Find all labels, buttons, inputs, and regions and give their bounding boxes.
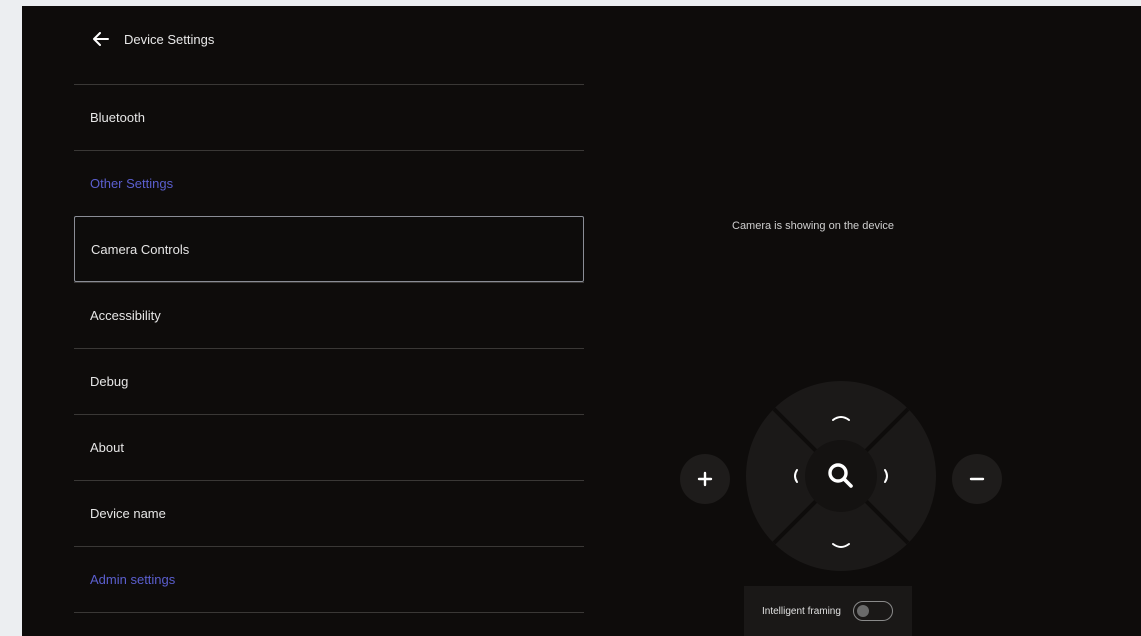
device-settings-screen: Device Settings Bluetooth Other Settings… [22,6,1141,636]
section-header-admin-settings: Admin settings [74,546,584,612]
menu-item-label: About [90,440,124,455]
menu-item-camera-controls[interactable]: Camera Controls [74,216,584,282]
section-label: Other Settings [90,176,174,191]
menu-item-label: Debug [90,374,129,389]
section-label: Admin settings [90,572,176,587]
menu-item-accessibility[interactable]: Accessibility [74,282,584,348]
plus-icon [697,471,713,487]
section-header-other-settings: Other Settings [74,150,584,216]
settings-menu: Bluetooth Other Settings Camera Controls… [74,84,584,614]
menu-item-label: Bluetooth [90,110,145,125]
page-title: Device Settings [124,31,215,47]
camera-status-text: Camera is showing on the device [732,220,895,232]
menu-item-debug[interactable]: Debug [74,348,584,414]
menu-item-bluetooth[interactable]: Bluetooth [74,84,584,150]
menu-item-about[interactable]: About [74,414,584,480]
menu-divider [74,612,584,614]
menu-item-label: Camera Controls [91,241,190,257]
zoom-in-button[interactable] [680,454,730,504]
header: Device Settings [90,28,214,50]
intelligent-framing-toggle[interactable] [852,601,893,621]
minus-icon [969,477,985,481]
arrow-left-icon [93,32,109,46]
menu-item-device-name[interactable]: Device name [74,480,584,546]
camera-pan-tilt-pad [745,380,937,572]
menu-item-label: Device name [90,506,166,521]
intelligent-framing-label: Intelligent framing [762,605,841,617]
zoom-out-button[interactable] [952,454,1002,504]
toggle-knob [856,605,869,617]
menu-item-label: Accessibility [90,308,161,323]
intelligent-framing-row: Intelligent framing [744,586,912,636]
back-button[interactable] [90,28,112,50]
